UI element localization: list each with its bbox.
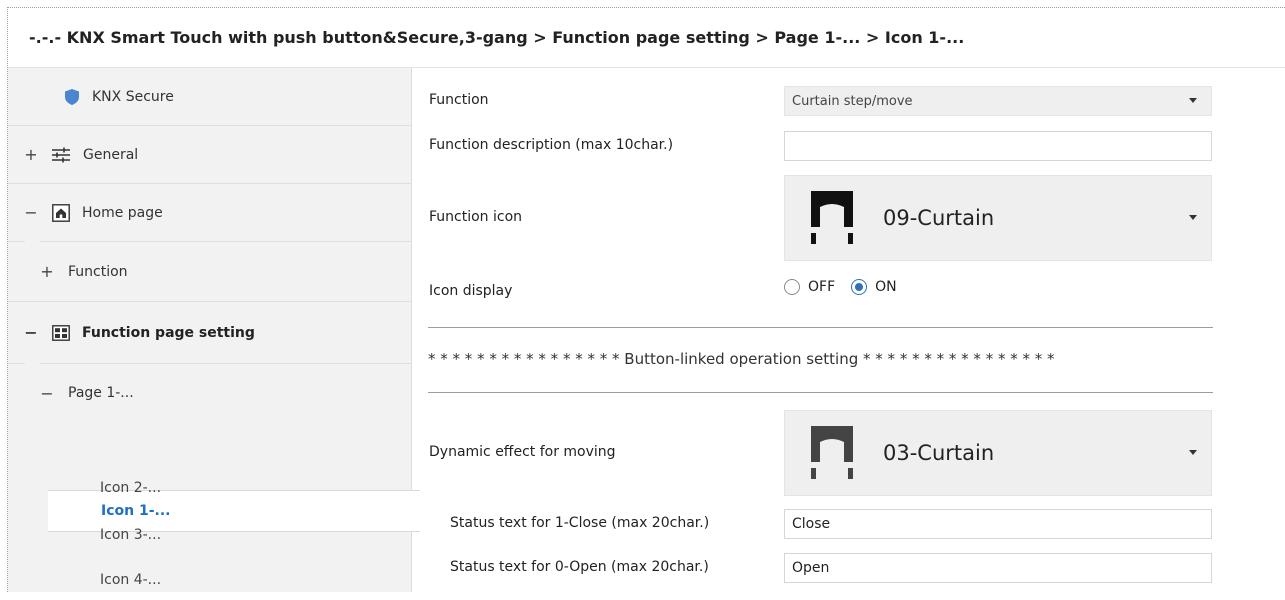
radio-label-off: OFF (808, 279, 836, 295)
chevron-down-icon (1189, 215, 1197, 220)
sidebar-item-icon-2[interactable]: Icon 2-... (8, 468, 411, 508)
section-title: * * * * * * * * * * * * * * * * Button-l… (428, 350, 1055, 368)
sidebar-item-label: Home page (82, 204, 163, 221)
icon-display-on-radio[interactable] (851, 279, 868, 295)
dynamic-effect-value: 03-Curtain (883, 441, 995, 465)
sidebar-item-label: General (83, 146, 139, 163)
breadcrumb-bar: -.-.- KNX Smart Touch with push button&S… (8, 8, 1285, 68)
curtain-icon (807, 187, 857, 249)
chevron-down-icon (1189, 450, 1197, 455)
function-icon-value: 09-Curtain (883, 206, 995, 230)
collapse-icon[interactable]: − (24, 203, 38, 222)
sidebar-item-function-page-setting[interactable]: − Function page setting (8, 302, 411, 373)
dynamic-effect-label: Dynamic effect for moving (429, 444, 616, 460)
function-select[interactable]: Curtain step/move (784, 86, 1212, 116)
icon-display-off-radio[interactable] (784, 279, 800, 295)
sidebar-item-label: KNX Secure (92, 88, 174, 105)
expand-icon[interactable]: + (40, 262, 54, 281)
icon-display-label: Icon display (429, 283, 513, 299)
dynamic-effect-select[interactable]: 03-Curtain (784, 410, 1212, 496)
sidebar-item-knx-secure[interactable]: KNX Secure (8, 68, 411, 126)
shield-icon (65, 88, 79, 105)
status-open-input[interactable]: Open (784, 553, 1212, 583)
sidebar-item-function[interactable]: + Function (8, 242, 411, 302)
parameter-panel: Function Curtain step/move Function desc… (412, 68, 1285, 592)
divider (428, 392, 1213, 393)
function-description-input[interactable] (784, 131, 1212, 161)
home-icon (52, 203, 70, 222)
status-open-label: Status text for 0-Open (max 20char.) (450, 559, 709, 575)
breadcrumb: -.-.- KNX Smart Touch with push button&S… (29, 28, 965, 47)
function-description-label: Function description (max 10char.) (429, 137, 674, 153)
function-label: Function (429, 92, 489, 108)
sidebar-item-label: Function (68, 263, 128, 280)
expand-icon[interactable]: + (24, 145, 38, 164)
sidebar-item-label: Page 1-... (68, 385, 134, 401)
function-icon-select[interactable]: 09-Curtain (784, 175, 1212, 261)
grid-icon (52, 324, 70, 341)
sidebar-item-label: Icon 3-... (100, 527, 162, 543)
divider (428, 327, 1213, 328)
collapse-icon[interactable]: − (24, 323, 38, 342)
icon-display-radio-group: OFF ON (784, 279, 897, 295)
status-close-input[interactable]: Close (784, 509, 1212, 539)
curtain-icon (807, 422, 857, 484)
sidebar-item-page-1[interactable]: − Page 1-... (8, 364, 411, 422)
status-close-label: Status text for 1-Close (max 20char.) (450, 515, 710, 531)
sidebar-item-icon-4[interactable]: Icon 4-... (8, 560, 411, 600)
chevron-down-icon (1189, 98, 1197, 103)
function-icon-label: Function icon (429, 209, 523, 225)
sliders-icon (51, 147, 71, 163)
sidebar-item-general[interactable]: + General (8, 126, 411, 184)
sidebar-item-label: Icon 4-... (100, 572, 162, 588)
sidebar-item-label: Function page setting (82, 324, 255, 341)
sidebar: KNX Secure + General − Home page + Funct… (8, 68, 420, 592)
collapse-icon[interactable]: − (40, 384, 54, 403)
sidebar-item-label: Icon 2-... (100, 480, 162, 496)
sidebar-item-icon-3[interactable]: Icon 3-... (8, 515, 411, 555)
radio-label-on: ON (875, 279, 897, 295)
sidebar-item-home-page[interactable]: − Home page (8, 184, 411, 251)
function-select-value: Curtain step/move (792, 93, 913, 109)
